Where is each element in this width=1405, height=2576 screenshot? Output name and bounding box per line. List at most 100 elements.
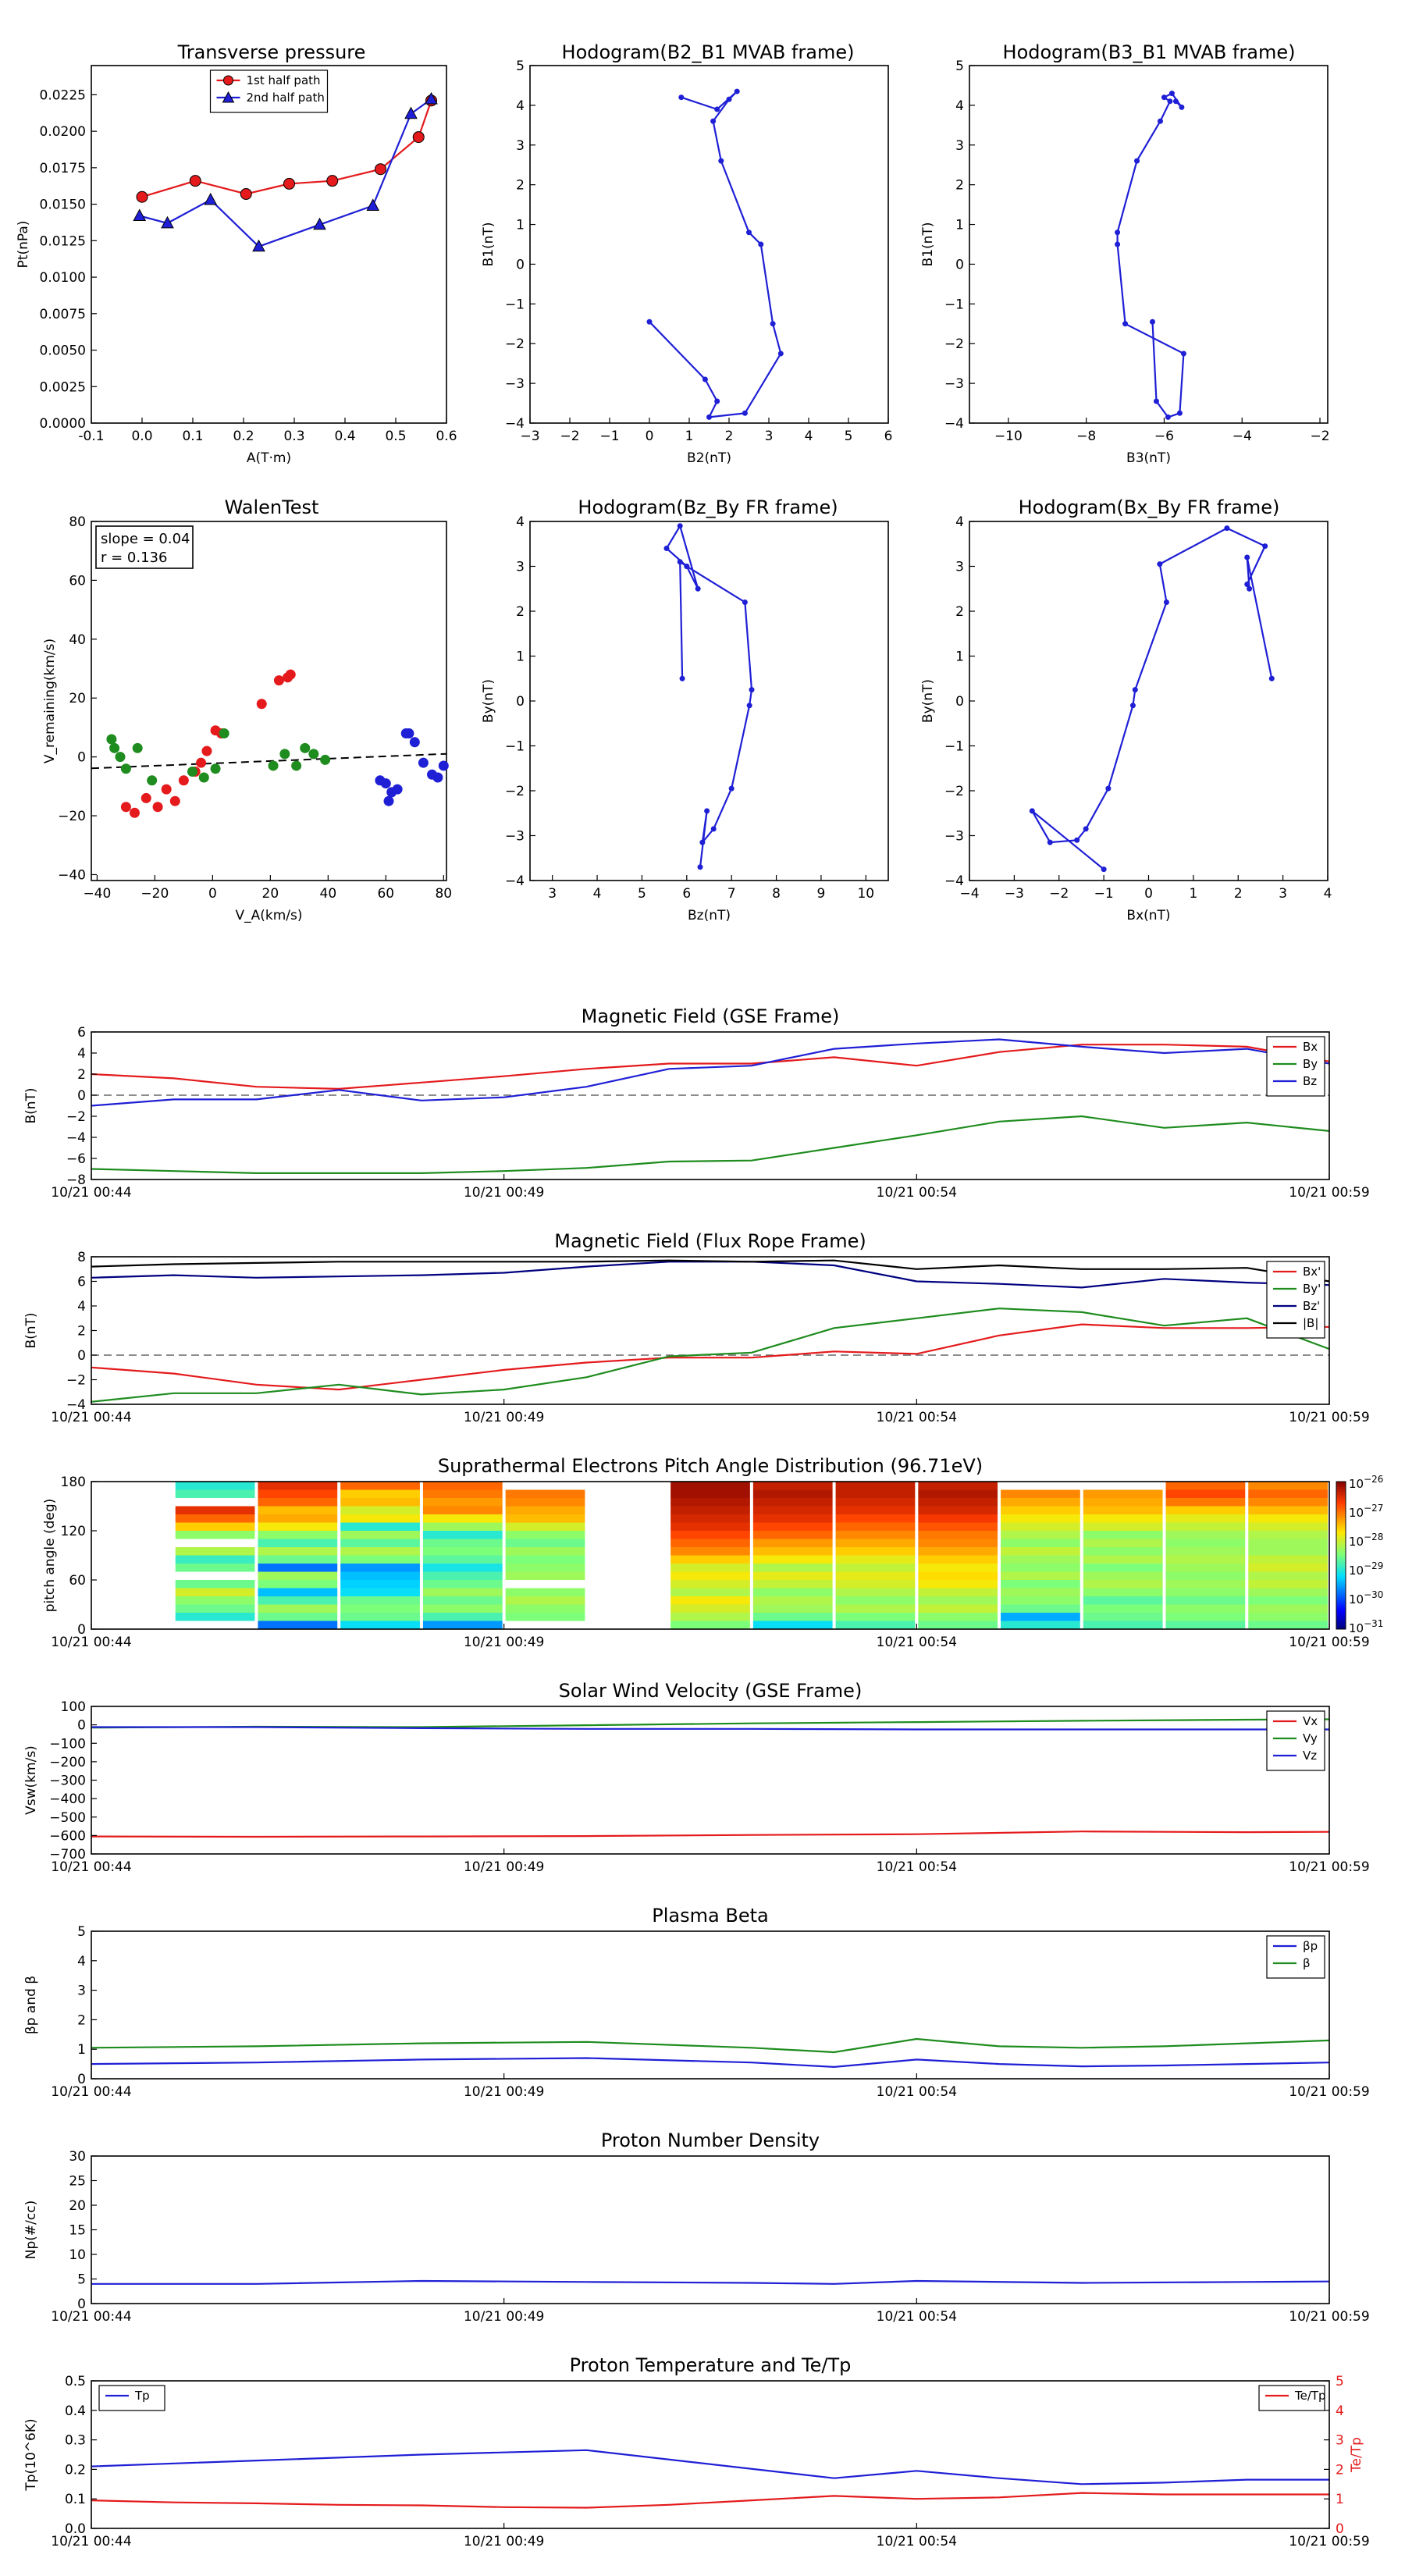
mag-gse-ylabel: B(nT) — [23, 1087, 39, 1123]
sw-velocity-ytick-label: −300 — [49, 1774, 86, 1789]
mag-fr-legend-label: |B| — [1303, 1316, 1318, 1330]
hodogram-b2-b1-ytick-label: −1 — [505, 297, 525, 312]
plasma-beta-legend-label: βp — [1303, 1939, 1318, 1953]
hodogram-b2-b1-series-0-marker — [714, 398, 720, 404]
hodogram-bx-by-xlabel: Bx(nT) — [1126, 908, 1170, 923]
proton-density-time-tick-label: 10/21 00:49 — [464, 2309, 544, 2325]
proton-density-series-0-line — [91, 2279, 1330, 2285]
mag-fr-time-tick-label: 10/21 00:59 — [1289, 1410, 1369, 1425]
proton-temperature-time-tick-label: 10/21 00:59 — [1289, 2534, 1369, 2549]
hodogram-bx-by-series-0-marker — [1047, 839, 1053, 845]
hodogram-bx-by-ytick-label: −3 — [944, 829, 964, 845]
mag-fr-series-0-line — [91, 1323, 1330, 1391]
pitch-angle-colorbar-band — [1336, 1501, 1346, 1504]
hodogram-bx-by-series-0-marker — [1262, 543, 1268, 550]
mag-gse-time-tick-label: 10/21 00:59 — [1289, 1185, 1369, 1201]
hodogram-b2-b1-xtick-label: −1 — [599, 429, 619, 444]
plasma-beta-title: Plasma Beta — [652, 1905, 768, 1927]
pitch-angle-cell — [258, 1482, 338, 1490]
pitch-angle-colorbar-band — [1336, 1606, 1346, 1610]
pitch-angle-cell — [835, 1506, 916, 1514]
pitch-angle-cell — [752, 1613, 833, 1621]
pitch-angle-cell — [918, 1482, 998, 1490]
pitch-angle-cell — [258, 1580, 338, 1589]
proton-temperature-right-ytick-label: 1 — [1336, 2492, 1344, 2507]
hodogram-bx-by-xtick-label: −1 — [1094, 886, 1114, 902]
hodogram-bz-by-series-0-marker — [704, 808, 710, 814]
transverse-pressure-title: Transverse pressure — [177, 41, 366, 63]
hodogram-b2-b1-series-0-marker — [646, 318, 653, 325]
hodogram-bx-by-series-0-marker — [1105, 785, 1112, 792]
pitch-angle-colorbar-band — [1336, 1508, 1346, 1512]
pitch-angle-colorbar-band — [1336, 1614, 1346, 1617]
pitch-angle-cell — [422, 1596, 503, 1605]
sw-velocity-series-2-line — [91, 1726, 1329, 1731]
pitch-angle-cell — [505, 1514, 585, 1523]
proton-temperature-series-0-line — [91, 2449, 1329, 2485]
pitch-angle-cell — [752, 1604, 833, 1613]
pitch-angle-cell — [1248, 1482, 1328, 1490]
pitch-angle-cell — [752, 1506, 833, 1514]
pitch-angle-colorbar-band — [1336, 1560, 1346, 1564]
walen-test-series-1-point — [109, 742, 120, 753]
walen-test-series-0-point — [285, 669, 296, 680]
proton-temperature-ytick-label: 0.5 — [65, 2374, 86, 2389]
transverse-pressure-ytick-label: 0.0075 — [40, 307, 86, 322]
transverse-pressure-xtick-label: 0.2 — [233, 429, 254, 444]
pitch-angle-cell — [752, 1621, 833, 1629]
walen-test-series-0-point — [196, 757, 207, 768]
mag-gse-axes-frame — [91, 1031, 1330, 1180]
hodogram-b2-b1-xlabel: B2(nT) — [687, 450, 731, 466]
proton-density-ylabel: Np(#/cc) — [23, 2201, 39, 2259]
pitch-angle-cell — [752, 1588, 833, 1596]
hodogram-b2-b1-ytick-label: 1 — [516, 218, 525, 233]
hodogram-b2-b1-series-0-marker — [706, 414, 712, 420]
pitch-angle-colorbar-tick-label: 10−27 — [1349, 1503, 1383, 1520]
pitch-angle-cell — [422, 1564, 503, 1572]
transverse-pressure-series-0-marker — [412, 131, 425, 144]
pitch-angle-cell — [918, 1604, 998, 1613]
pitch-angle-cell — [1001, 1514, 1080, 1523]
hodogram-bz-by-xtick-label: 7 — [727, 886, 736, 902]
hodogram-bx-by-series-0-marker — [1101, 866, 1107, 873]
hodogram-bz-by-series-0-line — [665, 524, 753, 867]
mag-gse-title: Magnetic Field (GSE Frame) — [582, 1005, 840, 1027]
walen-test-slope-annotation: slope = 0.04 — [101, 531, 190, 547]
sw-velocity-ytick-label: −100 — [49, 1736, 86, 1752]
hodogram-b2-b1-ytick-label: −3 — [505, 376, 525, 392]
hodogram-bx-by-series-0-marker — [1163, 600, 1169, 605]
pitch-angle-cell — [340, 1571, 420, 1580]
hodogram-b3-b1-ytick-label: −4 — [944, 416, 964, 432]
hodogram-bx-by-ytick-label: 2 — [955, 604, 964, 620]
pitch-angle-cell — [918, 1547, 998, 1556]
walen-test-xtick-label: 40 — [320, 886, 337, 902]
pitch-angle-colorbar-band — [1336, 1594, 1346, 1598]
hodogram-b2-b1-series-0-marker — [710, 118, 717, 124]
pitch-angle-colorbar-band — [1336, 1602, 1346, 1605]
walen-test-ytick-label: 20 — [69, 691, 86, 706]
walen-test-ytick-label: −40 — [58, 867, 86, 883]
hodogram-b3-b1-series-0-marker — [1168, 91, 1175, 97]
pitch-angle-colorbar-band — [1336, 1499, 1346, 1502]
mag-gse-ytick-label: −4 — [66, 1130, 86, 1146]
walen-test-xtick-label: −40 — [83, 886, 111, 902]
pitch-angle-colorbar-band — [1336, 1484, 1346, 1487]
pitch-angle-cell — [505, 1596, 585, 1605]
pitch-angle-colorbar-band — [1336, 1555, 1346, 1559]
pitch-angle-colorbar-band — [1336, 1513, 1346, 1517]
pitch-angle-cell — [258, 1514, 338, 1523]
walen-test-series-1-point — [187, 766, 197, 777]
walen-test-series-2-point — [383, 795, 394, 806]
pitch-angle-cell — [422, 1531, 503, 1539]
proton-density-ytick-label: 30 — [69, 2149, 86, 2165]
hodogram-bz-by-ytick-label: −4 — [505, 873, 525, 889]
walen-test-series-2-point — [432, 772, 443, 783]
hodogram-bz-by-xtick-label: 4 — [593, 886, 602, 902]
pitch-angle-cell — [1165, 1482, 1246, 1490]
pitch-angle-time-tick-label: 10/21 00:49 — [464, 1635, 544, 1650]
hodogram-bz-by-ylabel: By(nT) — [481, 679, 496, 723]
hodogram-bz-by-xtick-label: 10 — [857, 886, 874, 902]
pitch-angle-cell — [670, 1596, 750, 1605]
pitch-angle-cell — [422, 1580, 503, 1589]
pitch-angle-time-tick-label: 10/21 00:54 — [877, 1635, 957, 1650]
